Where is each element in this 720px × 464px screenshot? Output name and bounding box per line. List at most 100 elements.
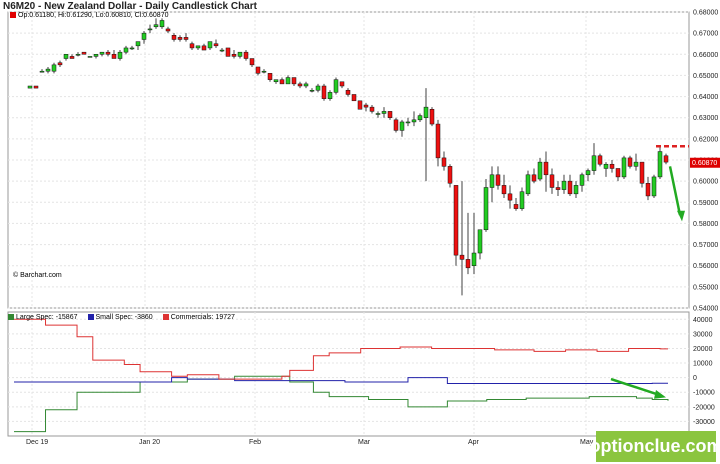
candle-body bbox=[327, 92, 333, 99]
candle-body bbox=[213, 43, 219, 47]
candle-body bbox=[441, 157, 447, 167]
candle-body bbox=[573, 185, 579, 195]
candle-body bbox=[609, 163, 615, 169]
candle-body bbox=[177, 37, 183, 40]
date-tick-label: Feb bbox=[249, 439, 261, 446]
candle-body bbox=[657, 151, 663, 178]
candle-body bbox=[333, 79, 339, 93]
price-tick-label: 0.63000 bbox=[693, 115, 718, 122]
candle-body bbox=[525, 174, 531, 195]
candle-body bbox=[147, 28, 153, 31]
candle-body bbox=[411, 119, 417, 123]
candle-body bbox=[477, 229, 483, 254]
candle-body bbox=[81, 51, 87, 55]
candle-body bbox=[345, 89, 351, 95]
candle-body bbox=[603, 163, 609, 169]
candle-body bbox=[369, 106, 375, 112]
candle-body bbox=[393, 119, 399, 131]
candle-body bbox=[39, 70, 45, 73]
candle-body bbox=[471, 252, 477, 266]
candle-body bbox=[447, 166, 453, 184]
candle-body bbox=[465, 259, 471, 269]
candle-body bbox=[513, 204, 519, 209]
candle-body bbox=[243, 51, 249, 59]
candle-body bbox=[423, 106, 429, 118]
date-tick-label: Apr bbox=[468, 439, 480, 446]
ohlc-values: Op:0.61180, Hi:0.61290, Lo:0.60810, Cl:0… bbox=[18, 12, 169, 19]
chart-canvas: 0.68000 0.67000 0.66000 0.65000 0.64000 0.630… bbox=[7, 10, 720, 446]
candle-body bbox=[171, 35, 177, 40]
candle-body bbox=[561, 180, 567, 190]
candle-body bbox=[519, 191, 525, 209]
last-price-label: 0.60870 bbox=[692, 160, 717, 167]
candle-body bbox=[429, 109, 435, 125]
candle-body bbox=[339, 81, 345, 87]
candle-body bbox=[507, 193, 513, 201]
watermark-logo[interactable]: optionclue.com bbox=[590, 431, 720, 462]
candle-body bbox=[33, 85, 39, 89]
date-tick-label: Mar bbox=[358, 439, 371, 446]
candle-body bbox=[633, 161, 639, 167]
candle-body bbox=[237, 51, 243, 57]
candle-body bbox=[531, 174, 537, 182]
candle-body bbox=[93, 54, 99, 57]
cot-line-2 bbox=[14, 318, 668, 380]
legend-commercials: Commercials: 19727 bbox=[162, 314, 235, 321]
candle-body bbox=[279, 79, 285, 85]
candle-body bbox=[201, 45, 207, 51]
candle-body bbox=[591, 155, 597, 171]
candle-body bbox=[417, 115, 423, 121]
candle-body bbox=[63, 54, 69, 59]
price-tick-label: 0.55000 bbox=[693, 284, 718, 291]
date-tick-label: Dec 19 bbox=[26, 439, 48, 446]
date-axis: Dec 19 Jan 20 Feb Mar Apr May bbox=[26, 439, 594, 446]
candle-body bbox=[435, 123, 441, 159]
price-tick-label: 0.56000 bbox=[693, 263, 718, 270]
legend-swatch-icon bbox=[162, 314, 169, 321]
candle-body bbox=[555, 187, 561, 190]
cot-legend: Large Spec: -15867 Small Spec: -3860 Com… bbox=[8, 314, 235, 321]
candle-body bbox=[207, 41, 213, 49]
candle-body bbox=[225, 47, 231, 57]
candle-body bbox=[261, 70, 267, 73]
cot-line-1 bbox=[14, 377, 668, 384]
candle-body bbox=[195, 45, 201, 49]
candle-body bbox=[627, 157, 633, 167]
candle-body bbox=[159, 20, 165, 28]
candle-body bbox=[651, 176, 657, 197]
candle-body bbox=[141, 32, 147, 40]
candle-body bbox=[363, 104, 369, 108]
cot-arrow-icon bbox=[610, 377, 661, 397]
legend-swatch-icon bbox=[87, 314, 94, 321]
chart-title: N6M20 - New Zealand Dollar - Daily Candl… bbox=[3, 1, 257, 12]
candle-body bbox=[99, 51, 105, 55]
candle-body bbox=[57, 62, 63, 66]
candle-body bbox=[495, 174, 501, 186]
cot-tick-label: 10000 bbox=[693, 361, 713, 368]
candle-body bbox=[567, 180, 573, 195]
candle-body bbox=[129, 47, 135, 50]
cot-tick-label: -30000 bbox=[693, 419, 715, 426]
candle-body bbox=[303, 83, 309, 87]
candle-body bbox=[111, 54, 117, 59]
candle-body bbox=[549, 174, 555, 188]
candle-body bbox=[249, 58, 255, 66]
candlestick-series bbox=[27, 18, 669, 296]
cot-tick-label: 0 bbox=[693, 375, 697, 382]
candle-body bbox=[153, 24, 159, 28]
price-tick-label: 0.58000 bbox=[693, 221, 718, 228]
candle-body bbox=[645, 183, 651, 197]
cot-tick-label: 20000 bbox=[693, 346, 713, 353]
candle-body bbox=[189, 43, 195, 49]
price-tick-label: 0.60000 bbox=[693, 179, 718, 186]
candle-body bbox=[267, 73, 273, 80]
price-axis: 0.68000 0.67000 0.66000 0.65000 0.64000 0.630… bbox=[690, 10, 720, 313]
price-tick-label: 0.65000 bbox=[693, 73, 718, 80]
cot-tick-label: -10000 bbox=[693, 390, 715, 397]
candle-body bbox=[453, 185, 459, 256]
cot-line-0 bbox=[14, 375, 669, 433]
candle-body bbox=[27, 85, 33, 89]
candle-body bbox=[51, 64, 57, 72]
candle-body bbox=[585, 170, 591, 176]
candle-body bbox=[381, 111, 387, 114]
